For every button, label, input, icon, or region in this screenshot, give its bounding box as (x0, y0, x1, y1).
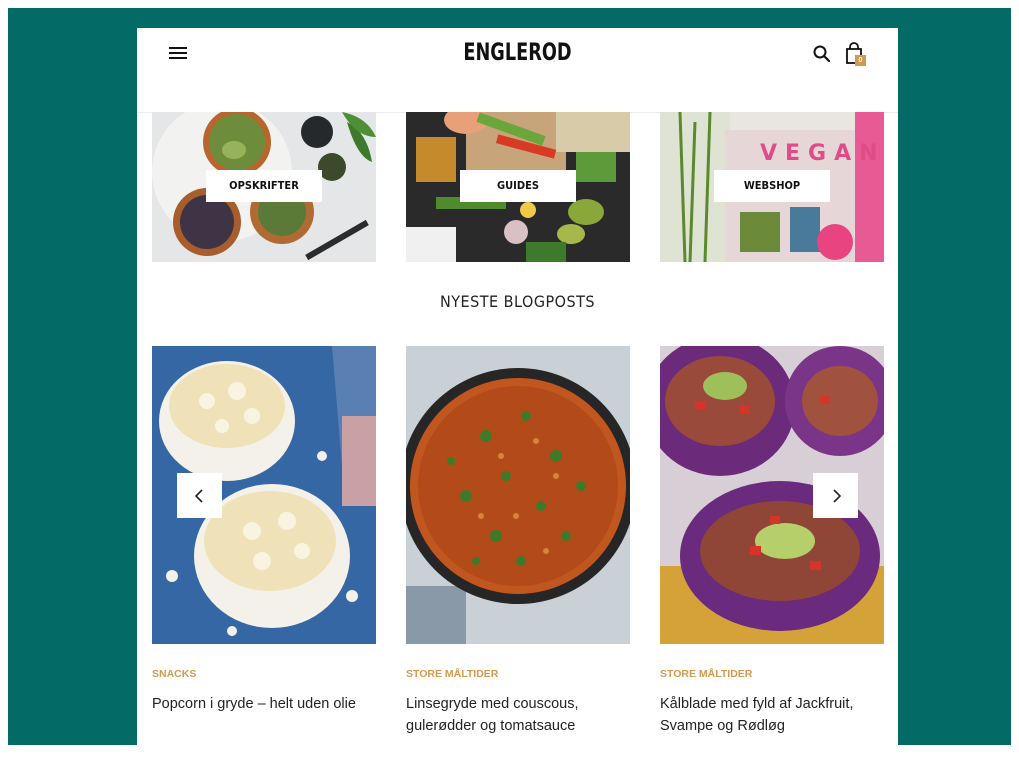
book-cover-title: VEGANSK (760, 141, 884, 166)
category-tile-guides[interactable]: GUIDES (406, 112, 630, 262)
post-title-link[interactable]: Kålblade med fyld af Jackfruit, Svampe o… (660, 693, 884, 737)
post-title-link[interactable]: Linsegryde med couscous, gulerødder og t… (406, 693, 630, 737)
category-tile-webshop[interactable]: VEGANSK WEBSHOP (660, 112, 884, 262)
carousel-next-button[interactable] (813, 473, 858, 518)
search-icon[interactable] (812, 44, 832, 64)
category-label: GUIDES (460, 170, 576, 202)
post-category-link[interactable]: SNACKS (152, 668, 376, 680)
chevron-left-icon (194, 488, 203, 503)
site-header: ENGLEROD 0 (137, 28, 898, 113)
category-label: OPSKRIFTER (206, 170, 322, 202)
post-image-linsegryde[interactable] (406, 346, 630, 644)
post-title-link[interactable]: Popcorn i gryde – helt uden olie (152, 693, 376, 715)
post-card: STORE MÅLTIDER Linsegryde med couscous, … (406, 346, 630, 737)
post-card: SNACKS Popcorn i gryde – helt uden olie (152, 346, 376, 715)
site-logo[interactable]: ENGLEROD (205, 38, 829, 66)
post-category-link[interactable]: STORE MÅLTIDER (660, 668, 884, 680)
cart-count-badge: 0 (855, 55, 866, 66)
menu-icon[interactable] (169, 46, 189, 62)
category-tile-opskrifter[interactable]: OPSKRIFTER (152, 112, 376, 262)
category-label: WEBSHOP (714, 170, 830, 202)
cart-icon[interactable]: 0 (845, 42, 867, 68)
post-category-link[interactable]: STORE MÅLTIDER (406, 668, 630, 680)
carousel-prev-button[interactable] (177, 473, 222, 518)
section-title: NYESTE BLOGPOSTS (439, 292, 596, 311)
page: ENGLEROD 0 OPSKRIFTER GUIDES VEGAN WEBSH… (137, 28, 898, 745)
post-card: STORE MÅLTIDER Kålblade med fyld af Jack… (660, 346, 884, 737)
chevron-right-icon (832, 488, 841, 503)
